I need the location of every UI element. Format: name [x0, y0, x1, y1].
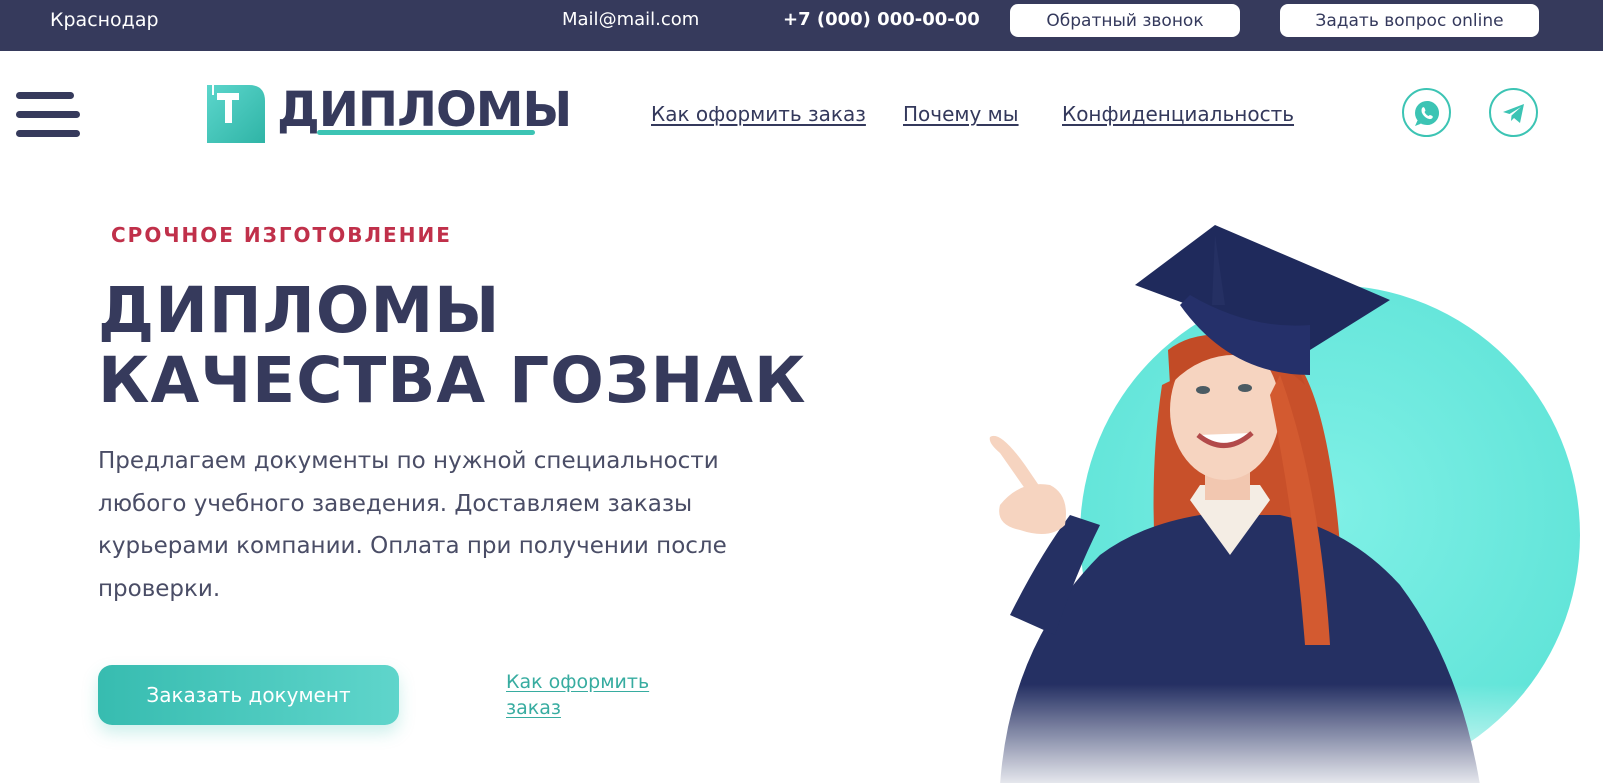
hero-title-line-1: ДИПЛОМЫ: [98, 274, 501, 347]
hero-description-line: Предлагаем документы по нужной специальн…: [98, 448, 719, 474]
email-link[interactable]: Mail@mail.com: [562, 9, 699, 30]
hero-description-line: проверки.: [98, 575, 221, 602]
hero-description-line: любого учебного заведения. Доставляем за…: [98, 490, 693, 517]
nav-how-to-order[interactable]: Как оформить заказ: [651, 102, 866, 126]
hero-graduate-image: [900, 225, 1600, 783]
city-selector[interactable]: Краснодар: [50, 9, 159, 31]
logo-book-icon: [207, 85, 265, 143]
ask-online-button[interactable]: Задать вопрос online: [1280, 4, 1539, 37]
hero-description-line: курьерами компании. Оплата при получении…: [98, 533, 727, 559]
burger-line: [16, 111, 80, 118]
hero-title-line-2: КАЧЕСТВА ГОЗНАК: [98, 344, 807, 417]
logo-underline: [317, 130, 535, 135]
order-document-button[interactable]: Заказать документ: [98, 665, 399, 725]
how-to-order-link-line-2: заказ: [506, 697, 561, 719]
whatsapp-icon: [1414, 100, 1439, 126]
nav-why-us[interactable]: Почему мы: [903, 102, 1019, 126]
phone-link[interactable]: +7 (000) 000-00-00: [783, 9, 980, 30]
top-bar: Краснодар Mail@mail.com +7 (000) 000-00-…: [0, 0, 1603, 51]
telegram-button[interactable]: [1489, 88, 1538, 137]
logo[interactable]: ДИПЛОМЫ: [205, 80, 572, 146]
how-to-order-link[interactable]: Как оформить заказ: [506, 669, 686, 721]
nav-privacy[interactable]: Конфиденциальность: [1062, 102, 1294, 126]
burger-line: [16, 130, 80, 137]
telegram-icon: [1502, 103, 1524, 123]
whatsapp-button[interactable]: [1402, 88, 1451, 137]
hero-eyebrow: СРОЧНОЕ ИЗГОТОВЛЕНИЕ: [111, 223, 452, 247]
hero-description: Предлагаем документы по нужной специальн…: [98, 440, 818, 610]
hero-title: ДИПЛОМЫ КАЧЕСТВА ГОЗНАК: [98, 276, 807, 416]
callback-button[interactable]: Обратный звонок: [1010, 4, 1240, 37]
menu-burger-icon[interactable]: [16, 92, 80, 138]
burger-line: [16, 92, 74, 99]
how-to-order-link-line-1: Как оформить: [506, 671, 650, 693]
